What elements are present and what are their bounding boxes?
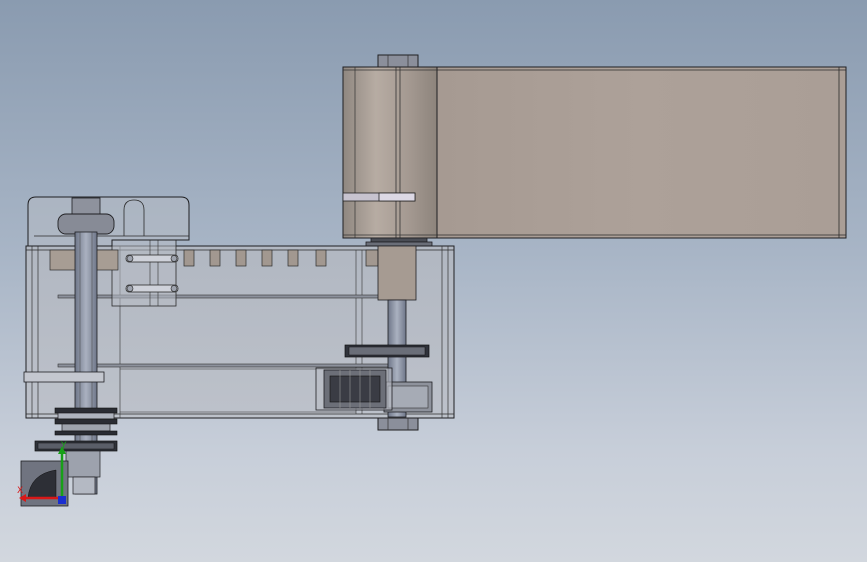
triad-x-label: X xyxy=(17,486,24,496)
internal-rail-lower xyxy=(57,363,389,368)
upper-arm-plate[interactable] xyxy=(435,66,847,239)
left-pulley[interactable] xyxy=(54,407,118,436)
pin-bracket[interactable] xyxy=(111,239,179,307)
left-flange[interactable] xyxy=(23,371,105,383)
orientation-triad[interactable] xyxy=(19,446,69,507)
cad-viewport[interactable] xyxy=(0,0,867,562)
gear-block[interactable] xyxy=(315,367,393,411)
hinge-bolt-head-top[interactable] xyxy=(377,54,419,68)
hinge-washer-stack xyxy=(365,237,433,247)
internal-rail-upper xyxy=(57,294,389,299)
hinge-bolt-head-bottom[interactable] xyxy=(377,417,419,431)
hinge-block[interactable] xyxy=(342,66,438,239)
triad-y-label: Y xyxy=(61,441,67,451)
z-axis-arrow xyxy=(58,496,66,504)
